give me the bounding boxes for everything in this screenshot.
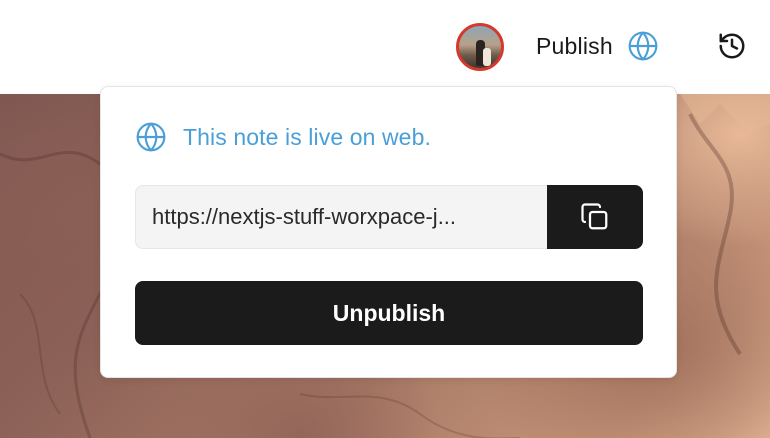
live-status-text: This note is live on web.	[183, 123, 431, 150]
history-icon	[719, 33, 745, 59]
globe-icon	[136, 122, 166, 152]
copy-url-button[interactable]	[547, 185, 643, 249]
publish-button[interactable]: Publish	[526, 24, 676, 68]
top-toolbar: Publish	[0, 0, 770, 94]
live-status: This note is live on web.	[135, 121, 431, 153]
publish-popover: This note is live on web. Unpublish	[100, 86, 677, 378]
publish-label: Publish	[536, 32, 613, 59]
history-button[interactable]	[712, 28, 752, 64]
url-group	[135, 185, 643, 249]
globe-icon	[628, 31, 658, 61]
copy-icon	[581, 203, 608, 230]
unpublish-button[interactable]: Unpublish	[135, 281, 643, 345]
avatar-figure-shirt	[483, 48, 491, 66]
user-avatar[interactable]	[456, 23, 504, 71]
published-url-input[interactable]	[135, 185, 547, 249]
